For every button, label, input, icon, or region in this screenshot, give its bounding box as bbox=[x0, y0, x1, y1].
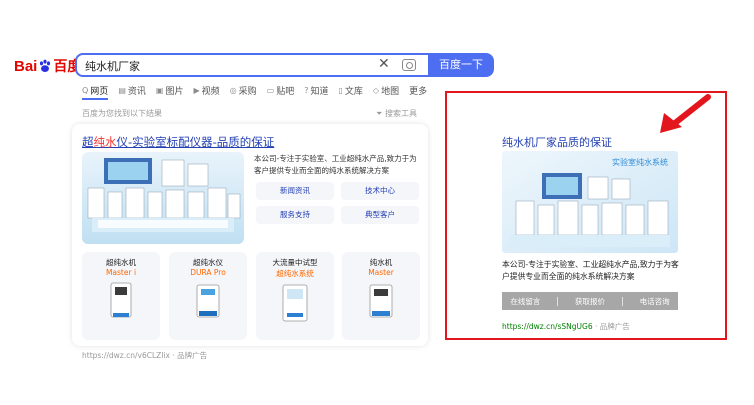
service-button[interactable]: 服务支持 bbox=[256, 206, 334, 224]
search-tabs: Q 网页 ▤ 资讯 ▣ 图片 ▶ 视频 ◎ 采购 ▭ 贴吧 ? 知道 ▯ 文库 ◇ 地图 更多 bbox=[82, 84, 427, 97]
product-subtitle: DURA Pro bbox=[190, 268, 226, 277]
ad-label: · 品牌广告 bbox=[595, 322, 630, 331]
product-name: 超纯水机 bbox=[106, 258, 136, 267]
product-image bbox=[282, 284, 308, 322]
tab-label: 资讯 bbox=[127, 87, 146, 97]
tab-purchase[interactable]: ◎ 采购 bbox=[230, 84, 257, 97]
search-icon: Q bbox=[82, 86, 89, 95]
divider bbox=[621, 296, 623, 306]
product-card[interactable]: 纯水机 Master bbox=[342, 252, 420, 340]
product-subtitle: 超纯水系统 bbox=[276, 269, 314, 278]
product-image bbox=[110, 282, 132, 318]
ad-url[interactable]: https://dwz.cn/v6CLZIix · 品牌广告 bbox=[82, 350, 207, 361]
search-tools-label: 搜索工具 bbox=[384, 109, 417, 118]
customers-button[interactable]: 典型客户 bbox=[341, 206, 419, 224]
product-card[interactable]: 大流量中试型 超纯水系统 bbox=[256, 252, 334, 340]
tab-label: 贴吧 bbox=[276, 87, 295, 97]
search-tools[interactable]: ⏷ 搜索工具 bbox=[376, 108, 417, 119]
ad-title[interactable]: 超纯水仪-实验室标配仪器-品质的保证 bbox=[82, 134, 274, 150]
tab-video[interactable]: ▶ 视频 bbox=[193, 84, 219, 97]
divider bbox=[557, 296, 559, 306]
video-icon: ▶ bbox=[193, 86, 200, 95]
tieba-icon: ▭ bbox=[266, 86, 275, 95]
side-ad-description: 本公司-专注于实验室、工业超纯水产品,致力于为客户提供专业而全面的纯水系统解决方… bbox=[502, 260, 679, 281]
search-button[interactable]: 百度一下 bbox=[428, 53, 494, 77]
tab-label: 地图 bbox=[381, 87, 400, 97]
baidu-logo[interactable]: Bai 百度 bbox=[14, 56, 81, 76]
map-icon: ◇ bbox=[372, 86, 380, 95]
news-icon: ▤ bbox=[118, 86, 126, 95]
tab-label: 更多 bbox=[409, 87, 428, 97]
tab-web[interactable]: Q 网页 bbox=[82, 84, 108, 97]
search-input[interactable]: 纯水机厂家 ✕ bbox=[75, 53, 428, 77]
tab-wenku[interactable]: ▯ 文库 bbox=[338, 84, 362, 97]
tab-label: 采购 bbox=[238, 87, 257, 97]
product-subtitle: Master i bbox=[105, 268, 137, 277]
ad-description: 本公司-专注于实验室、工业超纯水产品,致力于为客户提供专业而全面的纯水系统解决方… bbox=[254, 154, 417, 175]
active-tab-indicator bbox=[82, 98, 108, 100]
arrow-icon bbox=[660, 94, 711, 133]
image-icon: ▣ bbox=[155, 86, 164, 95]
tab-zhidao[interactable]: ? 知道 bbox=[304, 84, 328, 97]
clear-icon[interactable]: ✕ bbox=[378, 56, 390, 72]
tab-label: 图片 bbox=[165, 87, 184, 97]
tab-label: 网页 bbox=[90, 87, 109, 97]
tab-more[interactable]: 更多 bbox=[409, 84, 427, 97]
question-icon: ? bbox=[304, 86, 309, 95]
result-count: 百度为您找到以下结果 bbox=[82, 109, 162, 118]
product-card[interactable]: 超纯水机 Master i bbox=[82, 252, 160, 340]
message-button[interactable]: 在线留言 bbox=[510, 296, 540, 307]
document-icon: ▯ bbox=[338, 86, 343, 95]
tab-map[interactable]: ◇ 地图 bbox=[373, 84, 399, 97]
side-ad-title[interactable]: 纯水机厂家品质的保证 bbox=[502, 134, 612, 150]
tab-images[interactable]: ▣ 图片 bbox=[156, 84, 184, 97]
news-button[interactable]: 新闻资讯 bbox=[256, 182, 334, 200]
camera-icon[interactable] bbox=[402, 59, 416, 71]
tab-tieba[interactable]: ▭ 贴吧 bbox=[267, 84, 295, 97]
product-image bbox=[369, 284, 393, 318]
filter-icon: ⏷ bbox=[376, 109, 383, 118]
tech-center-button[interactable]: 技术中心 bbox=[341, 182, 419, 200]
quote-button[interactable]: 获取报价 bbox=[575, 296, 605, 307]
ad-title-part: 超 bbox=[82, 135, 94, 149]
side-ad-url-text: https://dwz.cn/sSNgUG6 bbox=[502, 322, 593, 331]
side-ad-image[interactable]: 实验室纯水系统 bbox=[502, 151, 678, 253]
side-ad-url[interactable]: https://dwz.cn/sSNgUG6 · 品牌广告 bbox=[502, 321, 630, 332]
purchase-icon: ◎ bbox=[229, 86, 237, 95]
product-name: 大流量中试型 bbox=[272, 258, 318, 267]
paw-icon bbox=[40, 59, 51, 72]
product-card[interactable]: 超纯水仪 DURA Pro bbox=[169, 252, 247, 340]
tab-label: 文库 bbox=[344, 87, 363, 97]
side-ad-action-bar: 在线留言 获取报价 电话咨询 bbox=[502, 292, 678, 310]
ad-product-banner[interactable] bbox=[82, 152, 244, 244]
product-subtitle: Master bbox=[368, 268, 394, 277]
product-image bbox=[196, 284, 220, 318]
tab-label: 知道 bbox=[310, 87, 329, 97]
product-name: 纯水机 bbox=[369, 258, 393, 267]
ad-title-part: 仪-实验室标配仪器-品质的保证 bbox=[116, 135, 275, 149]
tab-label: 视频 bbox=[201, 87, 220, 97]
product-name: 超纯水仪 bbox=[193, 258, 223, 267]
logo-text-bai: Bai bbox=[14, 57, 38, 75]
tab-news[interactable]: ▤ 资讯 bbox=[118, 84, 146, 97]
side-ad-image-caption: 实验室纯水系统 bbox=[612, 157, 668, 167]
phone-button[interactable]: 电话咨询 bbox=[640, 296, 670, 307]
ad-title-highlight: 纯水 bbox=[93, 135, 117, 149]
search-query: 纯水机厂家 bbox=[85, 60, 140, 73]
